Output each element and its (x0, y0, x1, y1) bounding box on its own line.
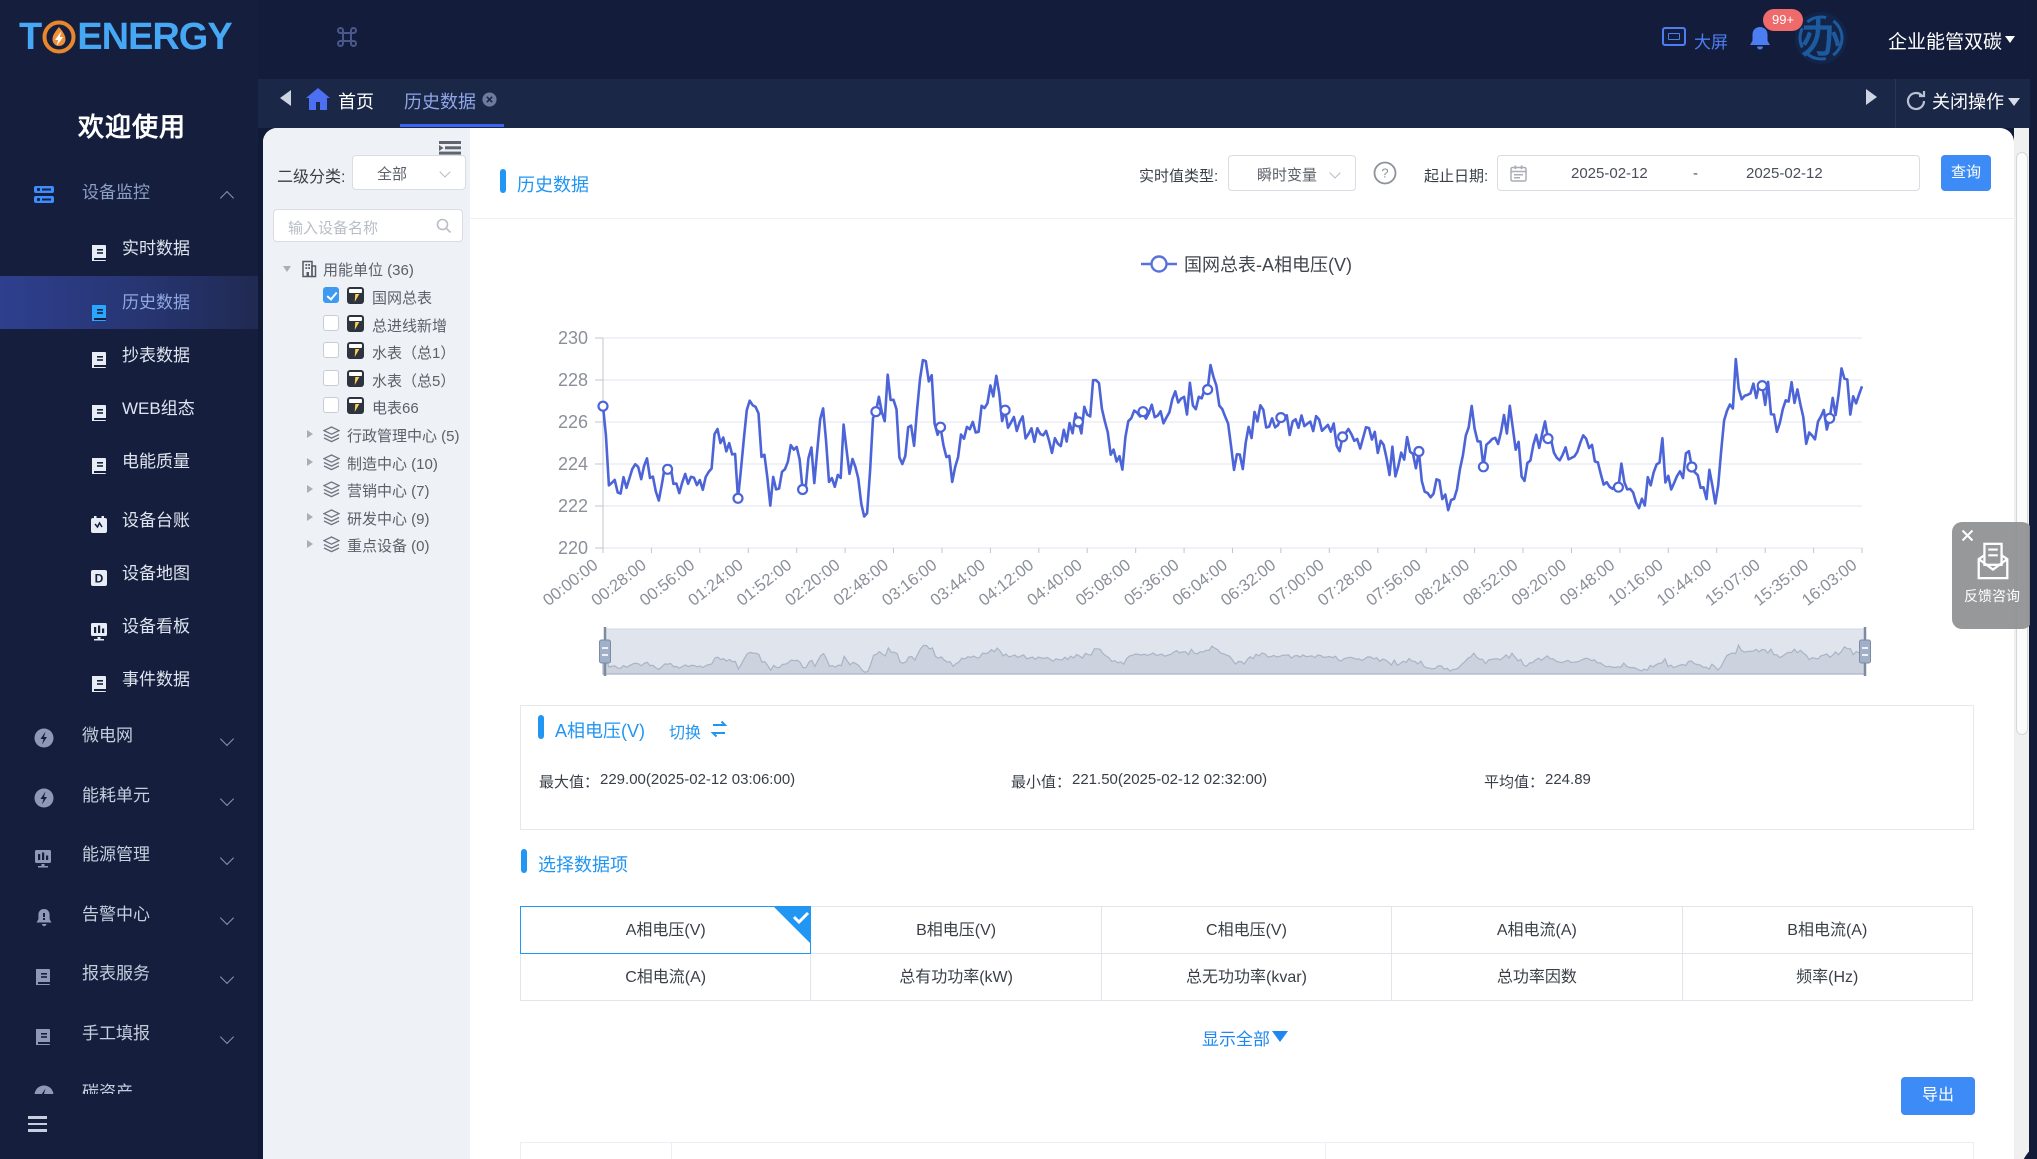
svg-text:D: D (95, 572, 104, 586)
svg-text:?: ? (1381, 166, 1388, 181)
